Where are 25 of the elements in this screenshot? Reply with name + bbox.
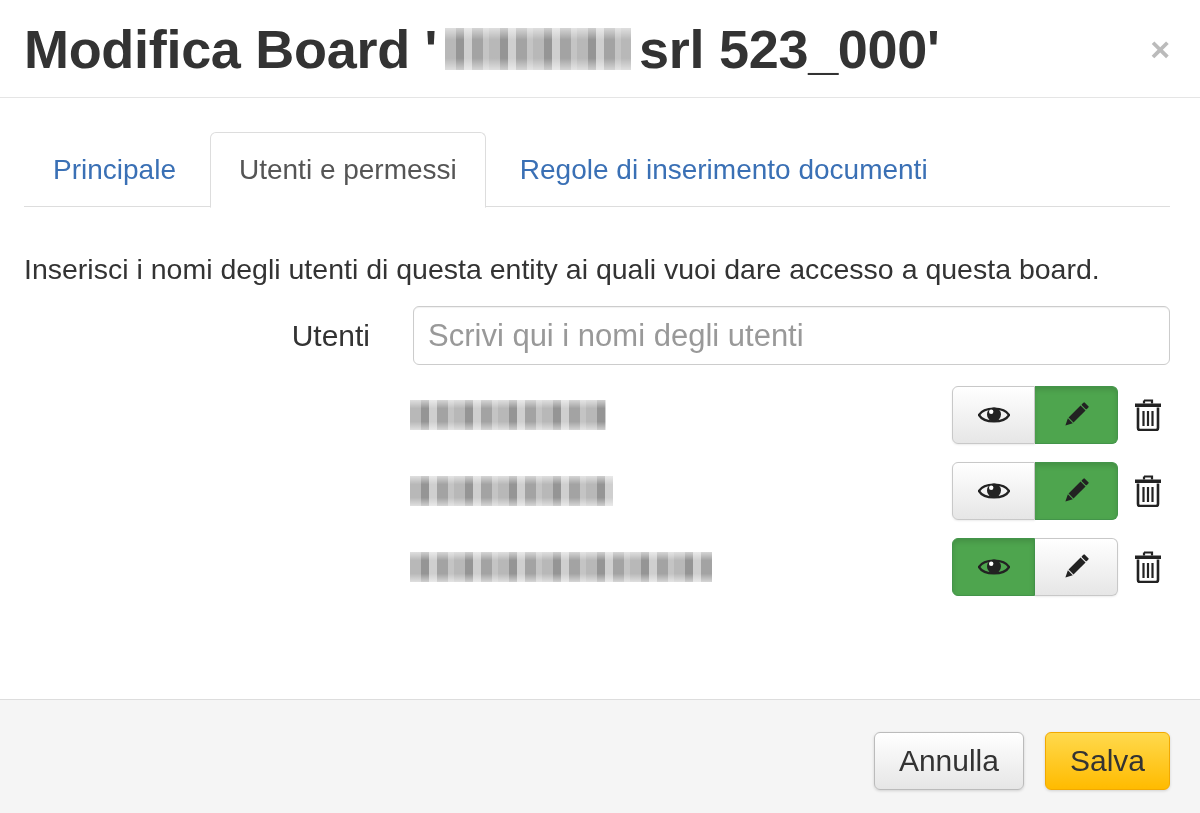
users-input[interactable]: Scrivi qui i nomi degli utenti	[413, 306, 1170, 365]
dialog-title: Modifica Board '	[24, 17, 438, 80]
view-toggle[interactable]	[952, 538, 1035, 596]
edit-toggle[interactable]	[1035, 538, 1118, 596]
description-text: Inserisci i nomi degli utenti di questa entity ai quali vuoi dare accesso a questa board.	[24, 253, 1101, 285]
dialog-title-end: srl 523_000'	[639, 17, 940, 80]
trash-icon[interactable]	[1134, 399, 1162, 431]
pencil-icon	[1063, 554, 1089, 580]
field-label: Utenti	[290, 318, 370, 353]
eye-icon	[977, 405, 1010, 425]
trash-icon[interactable]	[1134, 551, 1162, 583]
pencil-icon	[1063, 402, 1089, 428]
edit-toggle[interactable]	[1035, 386, 1118, 444]
pencil-icon	[1063, 478, 1089, 504]
edit-toggle[interactable]	[1035, 462, 1118, 520]
tab[interactable]: Principale	[24, 132, 205, 207]
eye-icon	[977, 557, 1010, 577]
tab[interactable]: Utenti e permessi	[209, 132, 486, 208]
cancel-button[interactable]: Annulla	[873, 732, 1024, 790]
tab[interactable]: Regole di inserimento documenti	[490, 132, 957, 207]
view-toggle[interactable]	[952, 462, 1035, 520]
trash-icon[interactable]	[1134, 475, 1162, 507]
view-toggle[interactable]	[952, 386, 1035, 444]
eye-icon	[977, 481, 1010, 501]
save-button[interactable]: Salva	[1044, 732, 1170, 790]
